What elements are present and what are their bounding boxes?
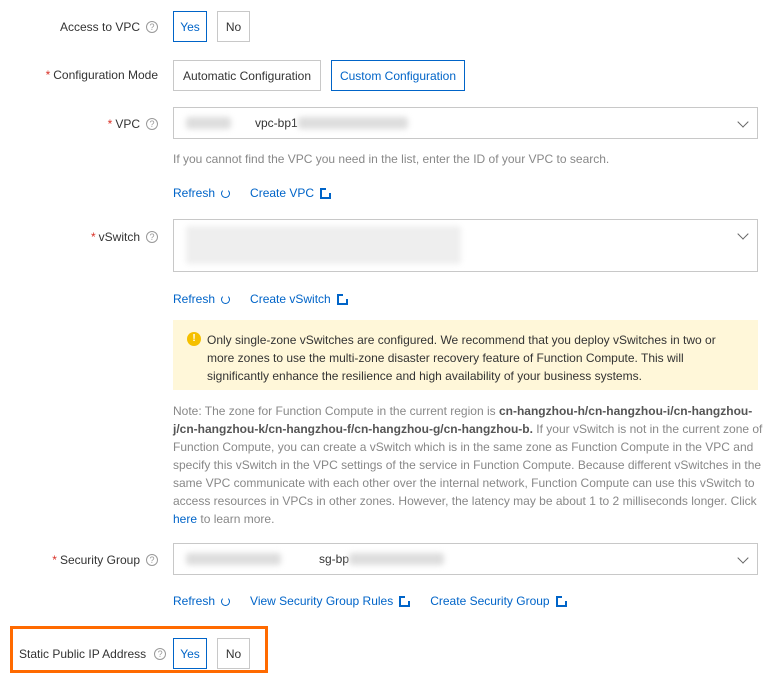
vswitch-refresh-link[interactable]: Refresh (173, 292, 231, 306)
help-icon[interactable]: ? (146, 554, 158, 566)
chevron-down-icon (737, 116, 749, 128)
create-security-group-link[interactable]: Create Security Group (430, 594, 567, 608)
label-text: vSwitch (98, 230, 140, 244)
vpc-select[interactable]: vpc-bp1 (173, 107, 758, 139)
security-group-refresh-link[interactable]: Refresh (173, 594, 231, 608)
external-link-icon (555, 595, 567, 607)
security-group-label: * Security Group? (52, 553, 158, 567)
help-icon[interactable]: ? (146, 118, 158, 130)
chevron-down-icon (737, 552, 749, 564)
help-icon[interactable]: ? (154, 648, 167, 660)
automatic-configuration-button[interactable]: Automatic Configuration (173, 60, 321, 91)
static-ip-yes-button[interactable]: Yes (173, 638, 207, 669)
label-text: Access to VPC (59, 20, 140, 34)
static-ip-label: Static Public IP Address? (19, 647, 167, 661)
refresh-icon (221, 188, 231, 198)
vpc-label: * VPC? (108, 117, 158, 131)
view-security-group-rules-link[interactable]: View Security Group Rules (250, 594, 411, 608)
refresh-icon (221, 294, 231, 304)
access-vpc-no-button[interactable]: No (217, 11, 250, 42)
external-link-icon (320, 187, 332, 199)
zone-note: Note: The zone for Function Compute in t… (173, 404, 763, 526)
custom-configuration-button[interactable]: Custom Configuration (331, 60, 465, 91)
refresh-icon (221, 596, 231, 606)
warning-text: Only single-zone vSwitches are configure… (207, 333, 716, 383)
vpc-help-text: If you cannot find the VPC you need in t… (173, 152, 610, 166)
help-icon[interactable]: ? (146, 21, 158, 33)
vpc-refresh-link[interactable]: Refresh (173, 186, 231, 200)
learn-more-link[interactable]: here (173, 512, 197, 526)
single-zone-warning: ! Only single-zone vSwitches are configur… (173, 320, 758, 390)
help-icon[interactable]: ? (146, 231, 158, 243)
external-link-icon (336, 293, 348, 305)
label-text: Security Group (59, 553, 140, 567)
label-text: VPC (115, 117, 140, 131)
vswitch-select[interactable] (173, 219, 758, 272)
vpc-value: vpc-bp1 (255, 116, 298, 130)
access-vpc-yes-button[interactable]: Yes (173, 11, 207, 42)
security-group-value: sg-bp (319, 552, 350, 566)
label-text: Configuration Mode (53, 68, 158, 82)
vswitch-label: * vSwitch? (91, 230, 158, 244)
label-text: Static Public IP Address (19, 647, 147, 661)
access-vpc-label: Access to VPC? (60, 20, 158, 34)
create-vpc-link[interactable]: Create VPC (250, 186, 332, 200)
static-ip-no-button[interactable]: No (217, 638, 250, 669)
warning-icon: ! (187, 332, 201, 346)
config-mode-label: * Configuration Mode (45, 68, 158, 82)
create-vswitch-link[interactable]: Create vSwitch (250, 292, 348, 306)
security-group-select[interactable]: sg-bp (173, 543, 758, 575)
chevron-down-icon (737, 228, 749, 240)
external-link-icon (399, 595, 411, 607)
